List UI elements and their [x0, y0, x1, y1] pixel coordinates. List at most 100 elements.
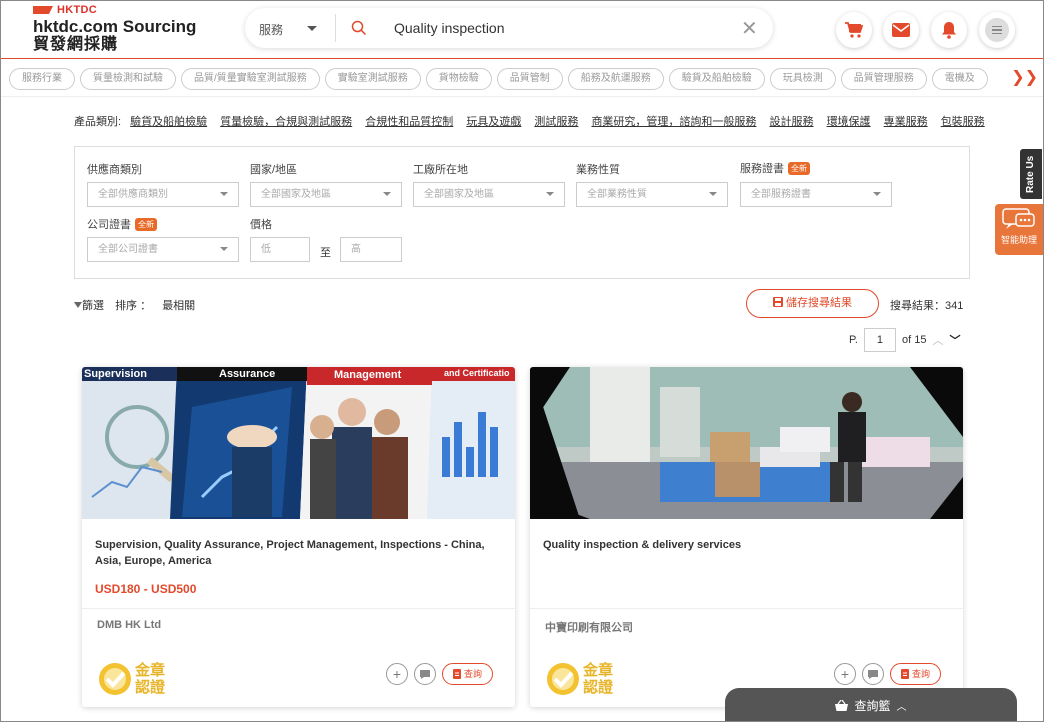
category-pill[interactable]: 驗貨及船舶檢驗: [668, 68, 765, 90]
category-pill[interactable]: 服務行業: [9, 68, 75, 90]
product-card[interactable]: Quality inspection & delivery services 中…: [530, 367, 963, 707]
double-chevron-right-icon[interactable]: ❯❯: [1002, 67, 1042, 91]
chevron-down-icon: [546, 192, 554, 196]
plus-icon: +: [840, 666, 850, 682]
add-to-compare-button[interactable]: +: [834, 663, 856, 685]
search-input[interactable]: Quality inspection: [394, 20, 505, 36]
menu-button[interactable]: [979, 12, 1015, 48]
new-badge: 全新: [788, 162, 810, 175]
results-count: 搜尋結果：341: [890, 300, 964, 312]
cart-button[interactable]: [836, 12, 872, 48]
close-icon[interactable]: ✕: [741, 16, 758, 41]
pager: P. of 15 ︿ ﹀: [849, 328, 960, 352]
product-category-link[interactable]: 環境保護: [827, 116, 871, 128]
header: HKTDC hktdc.com Sourcing 貿發網採購 服務 Qualit…: [1, 1, 1043, 59]
company-name[interactable]: 中寶印刷有限公司: [545, 619, 633, 635]
category-pill[interactable]: 質量檢測和試驗: [80, 68, 176, 90]
country-select[interactable]: 全部國家及地區: [250, 182, 402, 207]
price-to-label: 至: [320, 247, 331, 259]
add-to-compare-button[interactable]: +: [386, 663, 408, 685]
section-divider: [1, 96, 1043, 97]
filter-button[interactable]: 篩選: [74, 300, 104, 312]
inquire-button[interactable]: 查詢: [442, 663, 494, 685]
chat-button[interactable]: [414, 663, 436, 685]
service-cert-select[interactable]: 全部服務證書: [740, 182, 892, 207]
gold-supplier-badge: 金章 認證: [97, 661, 165, 697]
inquire-button[interactable]: 查詢: [890, 663, 942, 685]
chevron-down-icon: [873, 192, 881, 196]
category-pill[interactable]: 玩具檢測: [769, 68, 836, 90]
sort-label: 排序 ：: [115, 300, 152, 312]
inquiry-basket[interactable]: 查詢籃 ︿: [725, 688, 1017, 721]
chevron-down-icon[interactable]: ﹀: [949, 332, 960, 348]
search-bar: 服務 Quality inspection ✕: [245, 8, 773, 48]
company-cert-select[interactable]: 全部公司證書: [87, 237, 239, 262]
basket-icon: [835, 700, 849, 711]
category-pill[interactable]: 貨物檢驗: [425, 68, 492, 90]
chevron-up-icon[interactable]: ︿: [932, 332, 943, 348]
category-pills: 服務行業 質量檢測和試驗 品質/質量實驗室測試服務 實驗室測試服務 貨物檢驗 品質管制 船務…: [9, 68, 1039, 92]
category-pill[interactable]: 電機及: [931, 68, 988, 90]
price-high-input[interactable]: 高: [340, 237, 402, 262]
product-image[interactable]: Supervision Assurance Management and Cer…: [82, 367, 515, 519]
hktdc-logo[interactable]: HKTDC hktdc.com Sourcing 貿發網採購: [33, 4, 196, 54]
category-pill[interactable]: 品質管理服務: [840, 68, 927, 90]
smart-assistant-button[interactable]: 智能助理: [995, 204, 1043, 255]
product-image[interactable]: [530, 367, 963, 519]
card-actions: + 查詢: [386, 663, 494, 685]
page-number-input[interactable]: [863, 328, 896, 352]
product-category-link[interactable]: 質量檢驗，合規與測試服務: [220, 116, 352, 128]
category-pill[interactable]: 船務及航運服務: [567, 68, 664, 90]
product-image-graphic: [530, 367, 963, 519]
save-search-button[interactable]: 儲存搜尋結果: [746, 289, 879, 318]
filter-icon: [74, 302, 82, 308]
chevron-up-icon: ︿: [896, 702, 907, 713]
mail-button[interactable]: [883, 12, 919, 48]
new-badge: 全新: [135, 218, 157, 231]
factory-location-label: 工廠所在地: [413, 164, 468, 176]
search-category-select[interactable]: 服務: [259, 21, 283, 38]
product-title[interactable]: Quality inspection & delivery services: [543, 537, 948, 553]
gold-check-icon: [99, 663, 131, 695]
product-category-link[interactable]: 專業服務: [884, 116, 928, 128]
mail-icon: [892, 23, 910, 37]
product-card[interactable]: Supervision Assurance Management and Cer…: [82, 367, 515, 707]
logo-sub-text: 貿發網採購: [33, 36, 119, 53]
company-cert-label: 公司證書 全新: [87, 216, 157, 232]
rate-us-tab[interactable]: Rate Us: [1020, 149, 1042, 199]
product-title[interactable]: Supervision, Quality Assurance, Project …: [95, 537, 500, 569]
price-label: 價格: [250, 219, 272, 231]
sort-select[interactable]: 最相關: [162, 300, 195, 312]
category-pill[interactable]: 品質/質量實驗室測試服務: [181, 68, 320, 90]
product-category-link[interactable]: 包裝服務: [941, 116, 985, 128]
product-category-link[interactable]: 合規性和品質控制: [365, 116, 453, 128]
supplier-type-select[interactable]: 全部供應商類別: [87, 182, 239, 207]
product-price: USD180 - USD500: [95, 582, 197, 596]
product-category-link[interactable]: 玩具及遊戲: [466, 116, 521, 128]
factory-location-select[interactable]: 全部國家及地區: [413, 182, 565, 207]
category-pill[interactable]: 實驗室測試服務: [324, 68, 421, 90]
chat-button[interactable]: [862, 663, 884, 685]
search-icon[interactable]: [351, 20, 367, 36]
company-name[interactable]: DMB HK Ltd: [97, 619, 161, 631]
bell-icon: [942, 22, 956, 39]
menu-icon: [985, 18, 1009, 42]
notification-button[interactable]: [931, 12, 967, 48]
sort-bar: 篩選 排序 ： 最相關: [74, 297, 195, 313]
banner-word: Management: [334, 369, 402, 381]
cart-icon: [845, 22, 864, 38]
save-icon: [772, 297, 783, 307]
price-low-input[interactable]: 低: [250, 237, 310, 262]
chat-icon: [420, 669, 430, 679]
category-pill[interactable]: 品質管制: [496, 68, 563, 90]
product-category-link[interactable]: 商業研究，管理，諮詢和一般服務: [591, 116, 756, 128]
page-frame: HKTDC hktdc.com Sourcing 貿發網採購 服務 Qualit…: [0, 0, 1044, 722]
product-category-link[interactable]: 設計服務: [770, 116, 814, 128]
chevron-down-icon[interactable]: [307, 26, 317, 31]
product-image-graphic: Supervision Assurance Management and Cer…: [82, 367, 515, 519]
business-type-select[interactable]: 全部業務性質: [576, 182, 728, 207]
chat-icon: [868, 669, 878, 679]
product-category-link[interactable]: 測試服務: [534, 116, 578, 128]
search-divider: [335, 14, 336, 42]
product-category-link[interactable]: 驗貨及船舶檢驗: [130, 116, 207, 128]
